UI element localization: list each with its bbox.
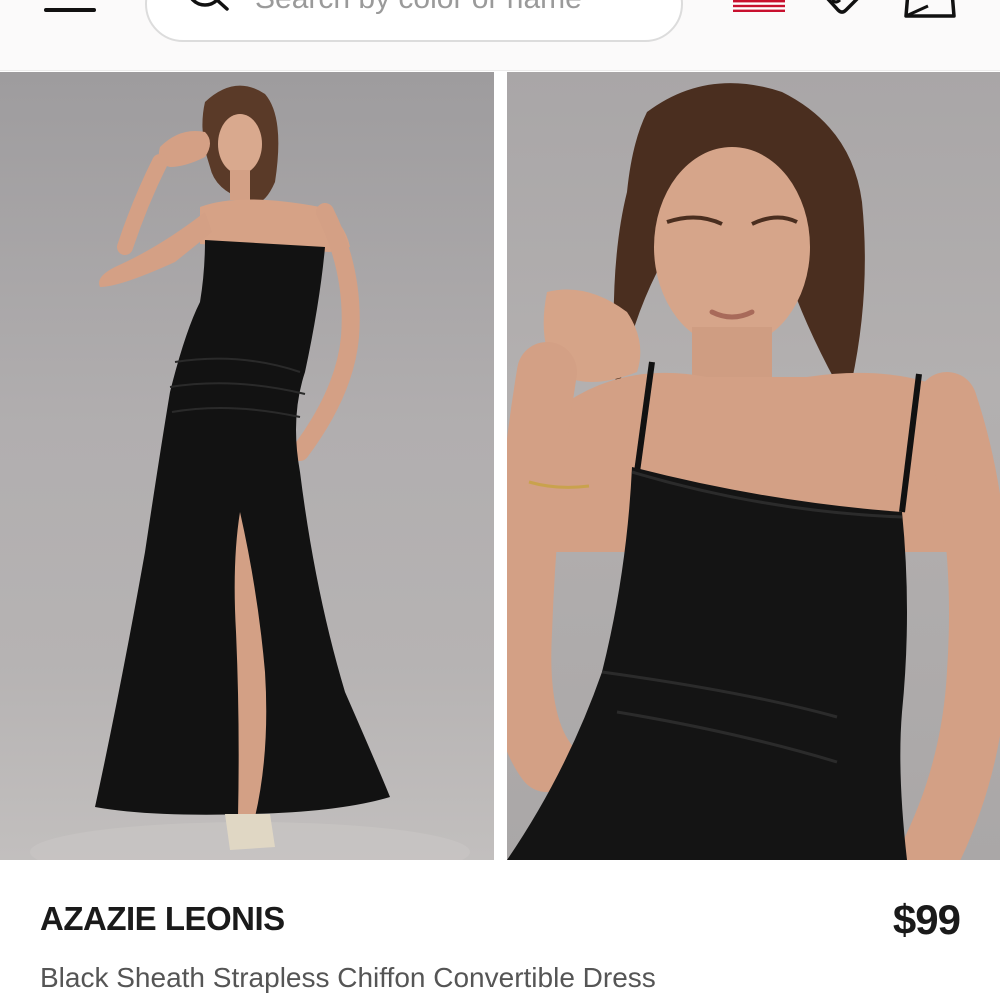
bodice-closeup-photo[interactable] (507, 72, 1000, 860)
full-length-dress-photo[interactable] (0, 72, 494, 860)
model-full-length-illustration (30, 85, 470, 860)
search-bar[interactable] (145, 0, 683, 42)
product-price: $99 (892, 896, 961, 943)
hamburger-menu-icon[interactable] (44, 0, 96, 16)
search-icon (190, 0, 229, 11)
search-input[interactable] (253, 0, 657, 20)
product-description[interactable]: Black Sheath Strapless Chiffon Convertib… (40, 962, 656, 994)
model-closeup-illustration (507, 83, 1000, 860)
product-image-gallery (0, 70, 1000, 860)
top-navigation-bar (0, 0, 1000, 71)
us-flag-icon[interactable] (733, 0, 785, 12)
product-info: AZAZIE LEONIS $99 Black Sheath Strapless… (0, 860, 1000, 1000)
shopping-bag-icon[interactable] (898, 0, 960, 20)
product-name[interactable]: AZAZIE LEONIS (40, 900, 285, 938)
heart-tag-icon[interactable] (812, 0, 870, 20)
